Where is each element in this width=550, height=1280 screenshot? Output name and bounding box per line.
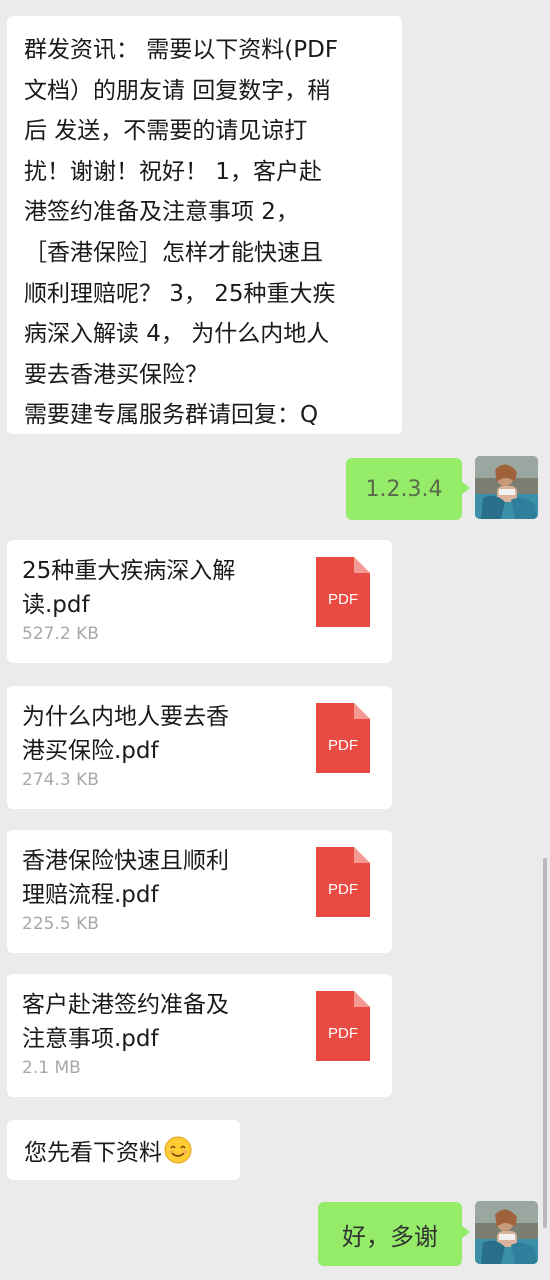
file-size: 2.1 MB [22,1058,81,1078]
message-text-line: 顺利理赔呢？ 3， 25种重大疾 [24,280,336,307]
scrollbar[interactable] [543,858,547,1228]
message-text: 1.2.3.4 [365,476,443,502]
pdf-file-icon: PDF [316,557,370,627]
message-text-line: 后 发送，不需要的请见谅打 [24,118,308,145]
pdf-file-icon: PDF [316,991,370,1061]
file-name: 客户赴港签约准备及 注意事项.pdf [22,992,229,1052]
svg-text:PDF: PDF [328,881,358,898]
file-name: 香港保险快速且顺利 理赔流程.pdf [22,848,229,908]
file-size: 274.3 KB [22,770,99,790]
message-text-line: 文档）的朋友请 回复数字，稍 [24,77,331,104]
avatar[interactable] [475,456,538,519]
svg-text:PDF: PDF [328,1025,358,1042]
file-name: 25种重大疾病深入解 读.pdf [22,558,236,618]
svg-text:PDF: PDF [328,591,358,608]
message-bubble-outgoing-reply[interactable]: 1.2.3.4 [346,458,470,520]
file-card[interactable]: 客户赴港签约准备及 注意事项.pdf 2.1 MB PDF [7,974,392,1097]
file-card[interactable]: 25种重大疾病深入解 读.pdf 527.2 KB PDF [7,540,392,663]
message-text-line: 群发资讯： 需要以下资料(PDF [24,37,339,63]
user-avatar-icon [475,1201,538,1264]
message-text-line: 要去香港买保险？ [24,361,208,388]
message-text-line: 病深入解读 4， 为什么内地人 [24,321,330,348]
message-text: 您先看下资料 [24,1140,162,1166]
message-text-line: 港签约准备及注意事项 2， [24,199,299,226]
message-bubble-outgoing-thanks[interactable]: 好，多谢 [318,1202,470,1266]
user-avatar-icon [475,456,538,519]
file-size: 527.2 KB [22,624,99,644]
message-text-line: ［香港保险］怎样才能快速且 [24,239,323,266]
message-bubble-broadcast[interactable]: 群发资讯： 需要以下资料(PDF 文档）的朋友请 回复数字，稍 后 发送，不需要… [7,16,402,434]
file-card[interactable]: 为什么内地人要去香 港买保险.pdf 274.3 KB PDF [7,686,392,809]
message-text-line: 需要建专属服务群请回复：Q [24,402,319,429]
message-text-line: 扰！谢谢！祝好！ 1，客户赴 [24,158,322,185]
svg-text:PDF: PDF [328,737,358,754]
avatar[interactable] [475,1201,538,1264]
pdf-file-icon: PDF [316,703,370,773]
file-card[interactable]: 香港保险快速且顺利 理赔流程.pdf 225.5 KB PDF [7,830,392,953]
file-size: 225.5 KB [22,914,99,934]
message-text: 好，多谢 [342,1222,438,1251]
pdf-file-icon: PDF [316,847,370,917]
message-bubble-incoming[interactable]: 您先看下资料 [7,1120,240,1180]
smiling-face-emoji-icon [164,1136,192,1164]
file-name: 为什么内地人要去香 港买保险.pdf [22,704,229,764]
